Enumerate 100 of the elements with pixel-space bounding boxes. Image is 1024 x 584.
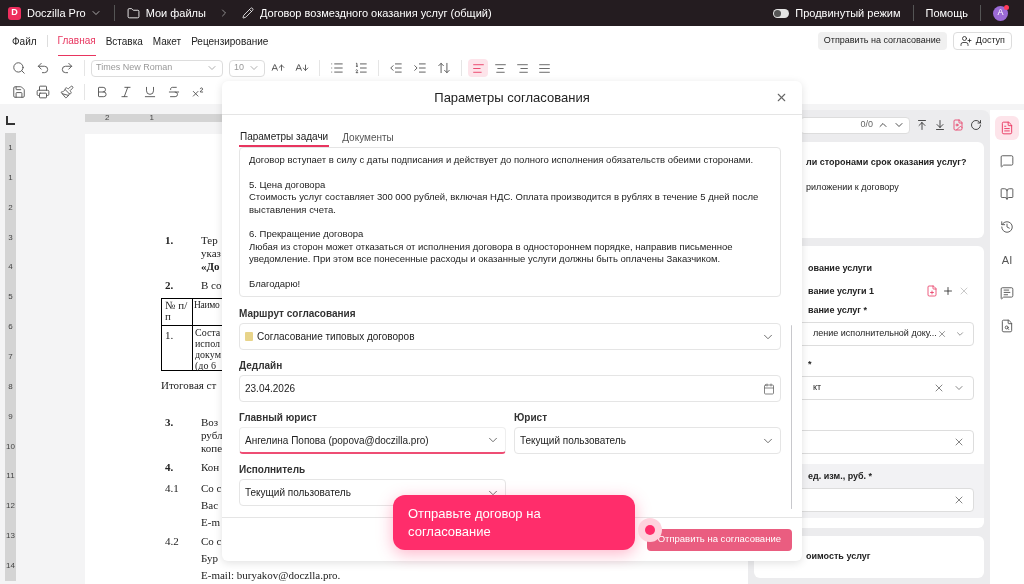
menu-tab[interactable]: Файл (12, 26, 37, 56)
document-text: указ (201, 247, 221, 260)
format-painter-icon (60, 85, 74, 99)
sign-icon (1000, 286, 1014, 300)
answer-text: риложении к договору (806, 180, 900, 194)
document-text: Со с (201, 534, 223, 549)
document-text: испол (195, 338, 220, 349)
document-text: Итоговая ст (161, 379, 217, 392)
ruler-number: 2 (105, 114, 110, 122)
align-left-button[interactable] (468, 59, 488, 77)
document-text: Кон (201, 461, 220, 474)
ai-button[interactable]: AI (995, 248, 1019, 272)
card-title: оимость услуг (806, 551, 871, 561)
select-field[interactable]: Текущий пользователь (514, 427, 781, 454)
print-icon (36, 85, 50, 99)
message-field[interactable] (239, 147, 781, 297)
hint-tooltip: Отправьте договор на согласование (393, 495, 635, 550)
search-icon (12, 61, 26, 75)
match-counter: 0/0 (860, 118, 873, 132)
document-text: рубл (201, 429, 223, 442)
menu-tab[interactable]: Вставка (105, 26, 143, 56)
clause-number: 2. (165, 279, 175, 292)
folder-icon (126, 6, 140, 20)
align-right-icon (515, 61, 529, 75)
message-text: Любая из сторон может отказаться от исполнения договора в одностороннем порядке, направив письменное уведомление. При этом все понесенные расходы и оказанные услуги должны быть оплачены Заказчиком. (249, 240, 734, 266)
ruler-number: 1 (8, 143, 13, 152)
table-cell: 1. (162, 326, 193, 370)
document-text: (до 6 (195, 360, 216, 371)
add-user-icon (959, 35, 972, 47)
field-label: Главный юрист (239, 411, 318, 424)
scrollbar[interactable] (791, 325, 792, 509)
clause-number: 4. (165, 461, 175, 474)
app-name[interactable]: Doczilla Pro (27, 4, 86, 22)
message-text: 5. Цена договора (249, 178, 327, 191)
help-link[interactable]: Помощь (925, 4, 968, 22)
clear-icon[interactable] (953, 494, 965, 506)
line-spacing-icon (437, 61, 451, 75)
document-text: «До (201, 260, 221, 273)
advanced-mode-toggle[interactable] (773, 8, 790, 18)
date-field[interactable]: 23.04.2026 (239, 375, 781, 402)
doc-icon (1000, 121, 1014, 135)
doc-panel-button[interactable] (995, 116, 1019, 140)
dialog-tab[interactable]: Параметры задачи (239, 127, 330, 147)
refresh-icon[interactable] (970, 119, 982, 131)
ruler-number: 9 (8, 412, 13, 421)
numbered-list-icon (354, 61, 368, 75)
comment-icon (1000, 154, 1014, 168)
clear-icon[interactable] (933, 382, 945, 394)
table-cell: № п/п (162, 299, 193, 325)
ruler-number: 7 (8, 352, 13, 361)
clear-icon[interactable] (936, 328, 947, 340)
document-text: Бур (201, 551, 220, 566)
share-button[interactable]: Доступ (952, 32, 1012, 50)
dialog-tab[interactable]: Документы (341, 127, 395, 147)
calendar-icon[interactable] (763, 382, 775, 395)
ruler-number: 4 (8, 263, 13, 272)
clause-number: 3. (165, 416, 175, 430)
menu-tab[interactable]: Макет (152, 26, 182, 56)
search-field[interactable]: 0/0 (800, 116, 910, 134)
field-label: вание услуг * (808, 304, 869, 316)
italic-icon (119, 85, 133, 99)
field-label: ед. изм., руб. * (808, 470, 874, 482)
upload-icon[interactable] (916, 119, 928, 131)
redo-icon (60, 61, 74, 75)
breadcrumb-link[interactable]: Мои файлы (145, 4, 206, 22)
user-avatar[interactable]: A (993, 5, 1008, 21)
field-label: Маршрут согласования (239, 307, 357, 320)
add-icon[interactable] (942, 285, 954, 298)
ruler-number: 10 (6, 442, 15, 451)
ruler-number: 1 (149, 114, 154, 122)
clear-icon[interactable] (953, 436, 965, 448)
document-text: Соста (195, 327, 221, 338)
ruler-number: 11 (6, 472, 15, 481)
document-text: Тер (201, 234, 219, 247)
select-field[interactable]: Согласование типовых договоров (239, 323, 781, 350)
bullet-list-icon (330, 61, 344, 75)
add-file-icon[interactable] (926, 285, 938, 298)
ruler-corner-icon[interactable] (6, 116, 15, 125)
underline-icon (143, 85, 157, 99)
field-label: * (808, 358, 813, 370)
clause-number: 4.2 (165, 534, 180, 549)
advanced-mode-label: Продвинутый режим (795, 5, 901, 21)
message-text: Благодарю! (249, 277, 302, 290)
download-icon[interactable] (934, 119, 946, 131)
file-icon[interactable] (952, 119, 964, 131)
document-title: Договор возмездного оказания услуг (общий) (259, 5, 492, 21)
menu-tab[interactable]: Рецензирование (191, 26, 269, 56)
indent-icon (413, 61, 427, 75)
undo-icon (36, 61, 50, 75)
pencil-icon (241, 7, 254, 19)
note-icon (245, 332, 253, 341)
document-text: Со с (201, 481, 222, 496)
close-icon[interactable] (775, 91, 788, 104)
select-field[interactable]: Ангелина Попова (popova@doczilla.pro) (239, 427, 506, 454)
send-for-approval-button[interactable]: Отправить на согласование (817, 32, 947, 50)
document-text: Вас (201, 498, 220, 513)
card-subtitle: вание услуги 1 (808, 284, 876, 298)
field-label: Юрист (514, 411, 549, 424)
app-logo: D (8, 6, 21, 20)
table-cell-text: Наимо (193, 299, 220, 312)
